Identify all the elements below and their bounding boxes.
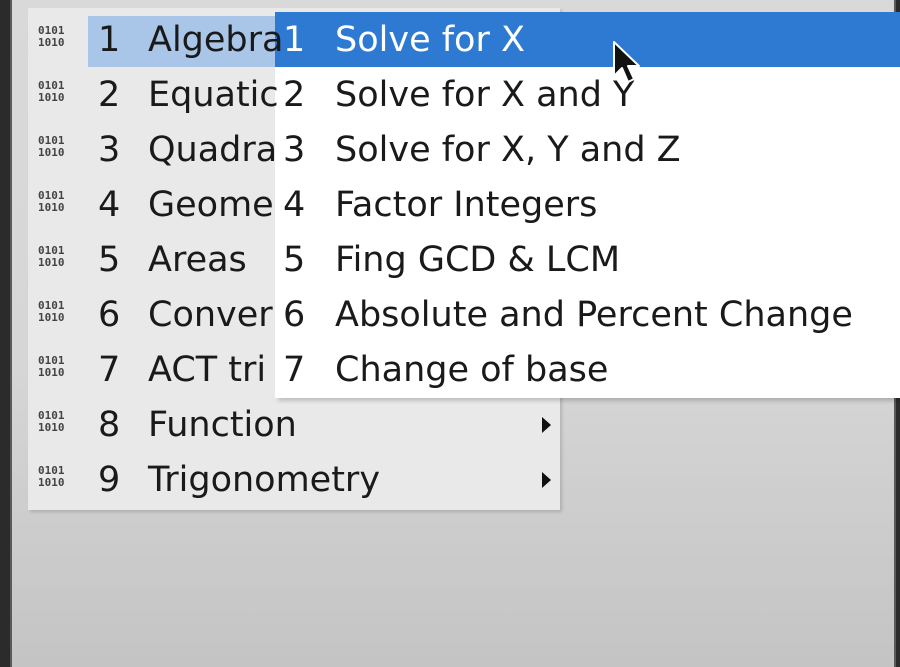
submenu-item-percent-change[interactable]: 6 Absolute and Percent Change <box>275 287 900 342</box>
submenu-item-number: 4 <box>283 184 306 225</box>
menu-item-label: Algebra <box>148 19 284 60</box>
submenu-item-number: 7 <box>283 349 306 390</box>
menu-item-number: 7 <box>98 349 121 390</box>
submenu-item-solve-xyz[interactable]: 3 Solve for X, Y and Z <box>275 122 900 177</box>
submenu-arrow-icon <box>542 416 551 433</box>
submenu-item-label: Solve for X <box>335 19 525 60</box>
binary-program-icon: 0101 1010 <box>38 408 65 434</box>
submenu-item-number: 5 <box>283 239 306 280</box>
menu-item-trigonometry[interactable]: 0101 1010 9 Trigonometry <box>28 452 560 507</box>
binary-program-icon: 0101 1010 <box>38 78 65 104</box>
submenu-item-number: 1 <box>283 19 306 60</box>
menu-item-label: Trigonometry <box>148 459 381 500</box>
calculator-screen: 0101 1010 1 Algebra 0101 1010 2 Equatic … <box>10 0 900 667</box>
menu-item-number: 4 <box>98 184 121 225</box>
binary-program-icon: 0101 1010 <box>38 23 65 49</box>
submenu-arrow-icon <box>542 471 551 488</box>
menu-item-label: Conver <box>148 294 273 335</box>
menu-item-number: 6 <box>98 294 121 335</box>
menu-item-label: Areas <box>148 239 247 280</box>
submenu-item-change-of-base[interactable]: 7 Change of base <box>275 342 900 397</box>
submenu-item-factor-integers[interactable]: 4 Factor Integers <box>275 177 900 232</box>
menu-item-number: 3 <box>98 129 121 170</box>
submenu-item-number: 2 <box>283 74 306 115</box>
binary-program-icon: 0101 1010 <box>38 243 65 269</box>
mouse-pointer-icon <box>613 41 640 83</box>
submenu-item-gcd-lcm[interactable]: 5 Fing GCD & LCM <box>275 232 900 287</box>
submenu-item-label: Solve for X and Y <box>335 74 635 115</box>
menu-item-number: 9 <box>98 459 121 500</box>
submenu-item-solve-x[interactable]: 1 Solve for X <box>275 12 900 67</box>
binary-program-icon: 0101 1010 <box>38 133 65 159</box>
submenu-item-number: 3 <box>283 129 306 170</box>
submenu-item-label: Solve for X, Y and Z <box>335 129 681 170</box>
binary-program-icon: 0101 1010 <box>38 298 65 324</box>
menu-item-function[interactable]: 0101 1010 8 Function <box>28 397 560 452</box>
submenu-item-label: Factor Integers <box>335 184 598 225</box>
menu-item-number: 1 <box>98 19 121 60</box>
submenu-item-label: Change of base <box>335 349 609 390</box>
menu-item-number: 5 <box>98 239 121 280</box>
menu-item-number: 2 <box>98 74 121 115</box>
menu-item-label: Geome <box>148 184 274 225</box>
submenu-item-label: Fing GCD & LCM <box>335 239 621 280</box>
submenu-item-number: 6 <box>283 294 306 335</box>
menu-item-number: 8 <box>98 404 121 445</box>
menu-item-label: Quadra <box>148 129 278 170</box>
binary-program-icon: 0101 1010 <box>38 463 65 489</box>
menu-item-label: Function <box>148 404 297 445</box>
submenu-item-solve-xy[interactable]: 2 Solve for X and Y <box>275 67 900 122</box>
binary-program-icon: 0101 1010 <box>38 188 65 214</box>
submenu-item-label: Absolute and Percent Change <box>335 294 853 335</box>
menu-item-label: ACT tri <box>148 349 267 390</box>
algebra-submenu: 1 Solve for X 2 Solve for X and Y 3 Solv… <box>275 12 900 398</box>
menu-item-label: Equatic <box>148 74 279 115</box>
binary-program-icon: 0101 1010 <box>38 353 65 379</box>
